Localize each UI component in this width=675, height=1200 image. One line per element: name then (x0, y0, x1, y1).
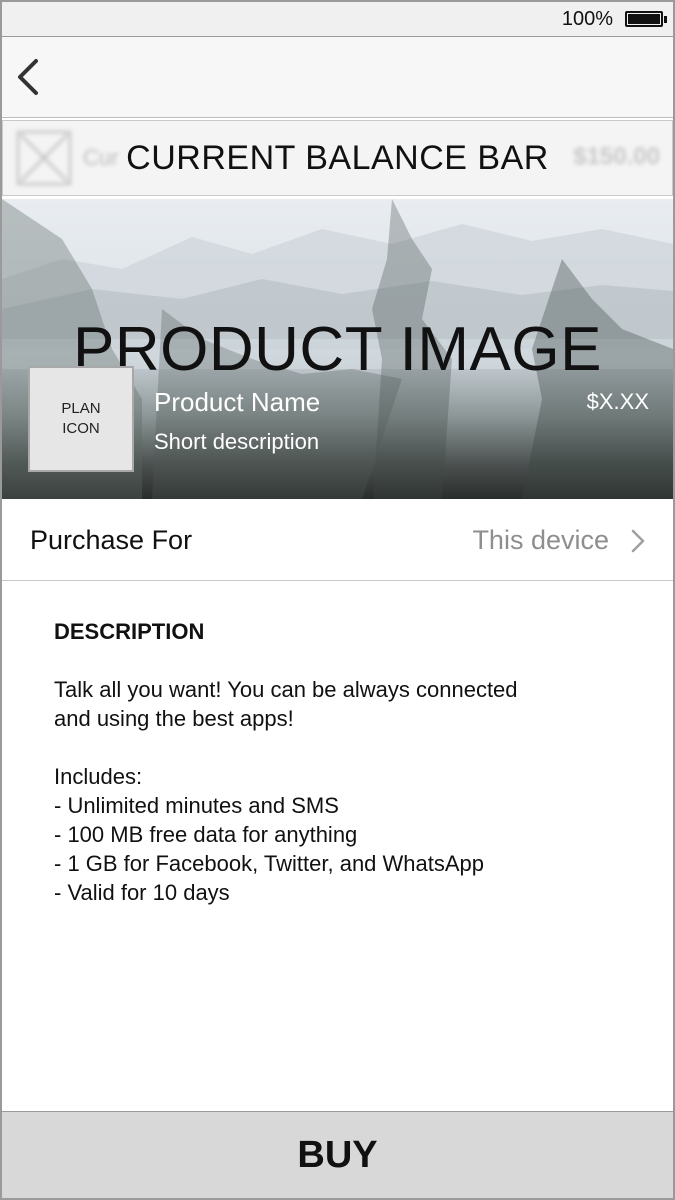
list-item: - Valid for 10 days (54, 880, 230, 905)
product-short-description: Short description (154, 429, 320, 454)
chevron-left-icon (18, 59, 38, 95)
battery-percent: 100% (561, 8, 613, 30)
includes-label: Includes: (54, 764, 143, 789)
list-item: - 100 MB free data for anything (54, 822, 358, 847)
battery-icon (625, 11, 663, 27)
product-price: $X.XX (586, 389, 649, 414)
description-line: Talk all you want! You can be always con… (54, 677, 518, 702)
navigation-bar (2, 37, 673, 118)
back-button[interactable] (12, 55, 52, 99)
plan-icon-label-line-1: PLAN (61, 400, 101, 417)
description-line: and using the best apps! (54, 706, 294, 731)
status-bar: 100% (2, 2, 673, 37)
description-section: DESCRIPTION Talk all you want! You can b… (54, 619, 634, 907)
includes-list: Includes: - Unlimited minutes and SMS - … (54, 762, 634, 907)
balance-bar-annotation: CURRENT BALANCE BAR (126, 139, 549, 177)
buy-button[interactable]: BUY (2, 1111, 673, 1198)
list-item: - Unlimited minutes and SMS (54, 793, 339, 818)
battery-tip (664, 16, 667, 23)
description-heading: DESCRIPTION (54, 619, 205, 644)
current-balance-bar[interactable]: Cur $150.00 CURRENT BALANCE BAR (2, 120, 673, 196)
plan-icon-label-line-2: ICON (62, 420, 100, 437)
phone-screen: 100% Cur $150.00 CURRENT BALANCE BAR PRO… (0, 0, 675, 1200)
product-name: Product Name (154, 387, 321, 417)
description-paragraph: Talk all you want! You can be always con… (54, 675, 634, 733)
plan-icon: PLAN ICON (28, 366, 134, 472)
chevron-right-icon (631, 529, 645, 553)
product-image: PRODUCT IMAGE PLAN ICON Product Name Sho… (2, 199, 673, 499)
purchase-for-value: This device (472, 525, 609, 555)
purchase-for-label: Purchase For (30, 525, 193, 555)
purchase-for-row[interactable]: Purchase For This device (2, 500, 673, 581)
battery-fill (628, 14, 660, 24)
list-item: - 1 GB for Facebook, Twitter, and WhatsA… (54, 851, 485, 876)
